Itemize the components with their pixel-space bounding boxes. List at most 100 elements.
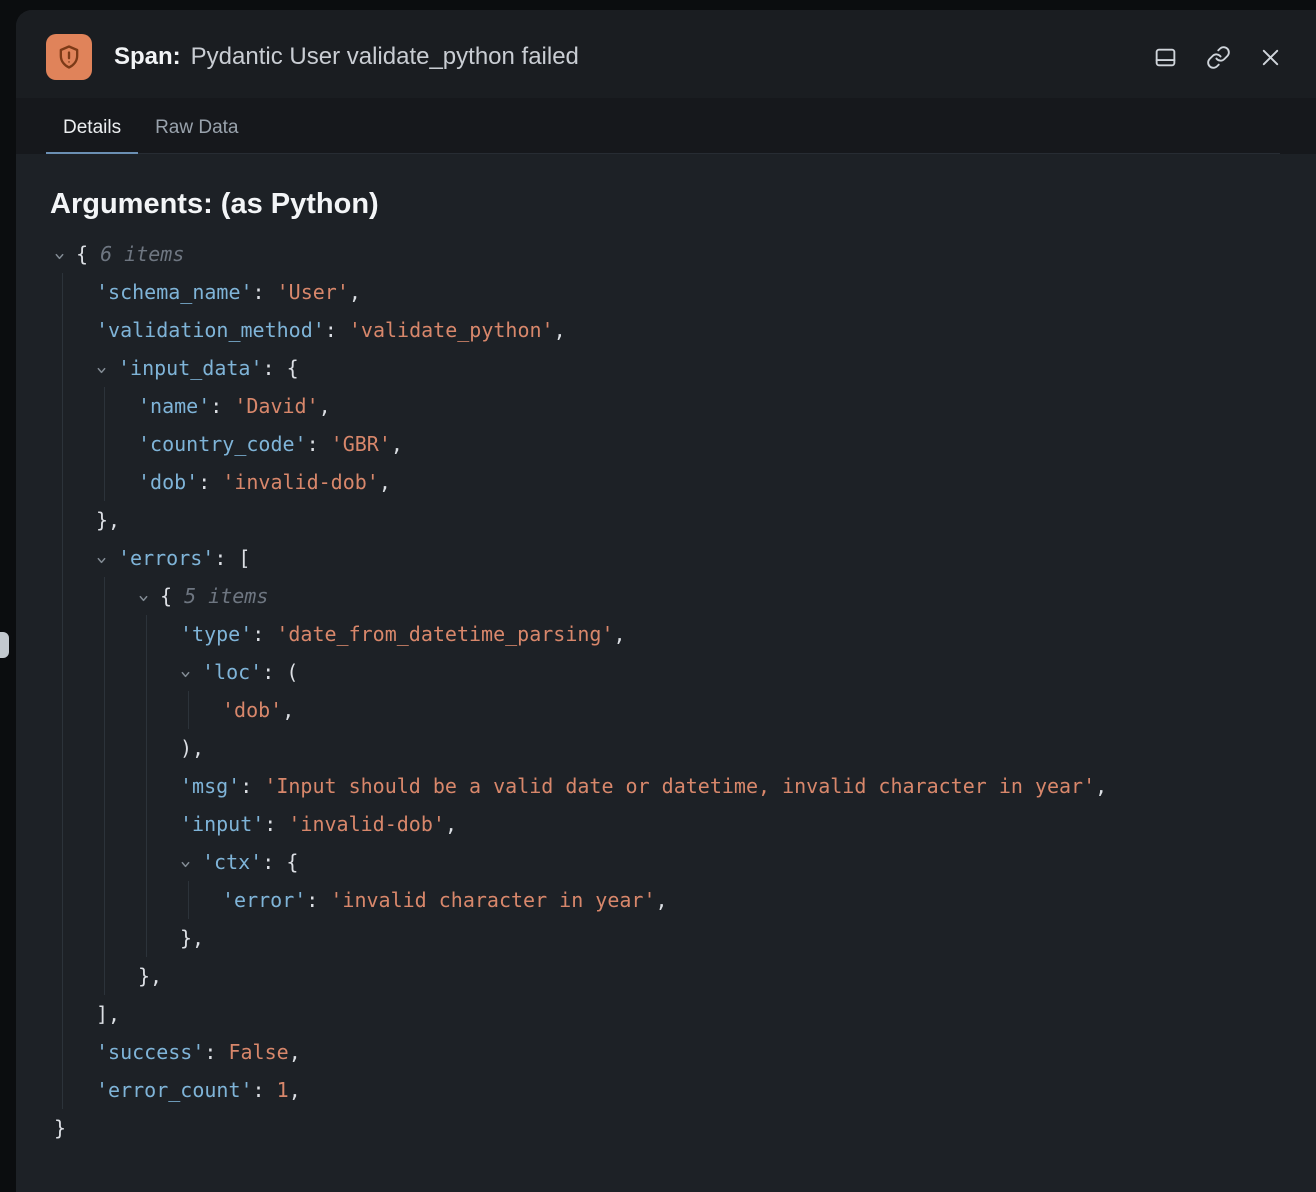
span-title-text: Pydantic User validate_python failed xyxy=(191,43,579,70)
json-punctuation: , xyxy=(1095,774,1107,798)
tab-raw-data[interactable]: Raw Data xyxy=(138,104,255,154)
json-key: 'ctx' xyxy=(202,850,262,874)
json-string: 'David' xyxy=(234,394,318,418)
json-punctuation: , xyxy=(614,622,626,646)
json-punctuation: , xyxy=(289,1078,301,1102)
json-children: 'name': 'David','country_code': 'GBR','d… xyxy=(104,387,1288,501)
json-punctuation: , xyxy=(391,432,403,456)
json-punctuation: ( xyxy=(286,660,298,684)
json-line: 'name': 'David', xyxy=(138,387,1288,425)
json-punctuation: , xyxy=(319,394,331,418)
link-icon xyxy=(1206,45,1231,70)
panel-header: Span: Pydantic User validate_python faile… xyxy=(16,10,1316,98)
json-punctuation: : xyxy=(204,1040,228,1064)
json-punctuation: } xyxy=(54,1116,66,1140)
json-line: }, xyxy=(96,501,1288,539)
json-line: 'dob', xyxy=(222,691,1288,729)
json-key: 'input' xyxy=(180,812,264,836)
json-line: 'errors': [ xyxy=(96,539,1288,577)
dock-bottom-button[interactable] xyxy=(1153,45,1178,70)
close-icon xyxy=(1259,46,1282,69)
json-line: 'error_count': 1, xyxy=(96,1071,1288,1109)
json-punctuation: : xyxy=(262,660,286,684)
close-button[interactable] xyxy=(1259,46,1282,69)
json-punctuation: , xyxy=(282,698,294,722)
json-punctuation: , xyxy=(445,812,457,836)
json-punctuation: ), xyxy=(180,736,204,760)
chevron-down-icon[interactable] xyxy=(180,653,202,691)
copy-link-button[interactable] xyxy=(1206,45,1231,70)
chevron-down-icon[interactable] xyxy=(96,349,118,387)
json-punctuation: }, xyxy=(96,508,120,532)
json-punctuation: : xyxy=(253,1078,277,1102)
chevron-down-icon[interactable] xyxy=(180,843,202,881)
dock-bottom-icon xyxy=(1153,45,1178,70)
chevron-down-icon[interactable] xyxy=(96,539,118,577)
json-line: ], xyxy=(96,995,1288,1033)
span-detail-panel: Span: Pydantic User validate_python faile… xyxy=(16,10,1316,1192)
json-punctuation: { xyxy=(287,356,299,380)
json-key: 'msg' xyxy=(180,774,240,798)
json-items-count: 5 items xyxy=(184,584,268,608)
tab-details[interactable]: Details xyxy=(46,104,138,154)
json-key: 'loc' xyxy=(202,660,262,684)
json-punctuation: , xyxy=(379,470,391,494)
json-key: 'validation_method' xyxy=(96,318,325,342)
json-line: { 5 items xyxy=(138,577,1288,615)
json-line: }, xyxy=(138,957,1288,995)
json-line: 'type': 'date_from_datetime_parsing', xyxy=(180,615,1288,653)
json-line: 'dob': 'invalid-dob', xyxy=(138,463,1288,501)
json-line: 'validation_method': 'validate_python', xyxy=(96,311,1288,349)
json-punctuation: : xyxy=(252,622,276,646)
json-punctuation: , xyxy=(656,888,668,912)
json-punctuation: : xyxy=(262,850,286,874)
shield-exclamation-icon xyxy=(55,43,83,71)
json-line: 'success': False, xyxy=(96,1033,1288,1071)
json-key: 'success' xyxy=(96,1040,204,1064)
json-punctuation: : xyxy=(253,280,277,304)
span-label: Span: xyxy=(114,43,181,70)
json-line: { 6 items xyxy=(54,235,1288,273)
json-punctuation: { xyxy=(160,584,184,608)
details-content: Arguments: (as Python) { 6 items'schema_… xyxy=(16,154,1316,1187)
json-punctuation: : xyxy=(214,546,238,570)
json-string: 'Input should be a valid date or datetim… xyxy=(264,774,1095,798)
json-line: 'input': 'invalid-dob', xyxy=(180,805,1288,843)
json-children: 'error': 'invalid character in year', xyxy=(188,881,1288,919)
tabs-row: Details Raw Data xyxy=(46,104,1280,154)
json-punctuation: : xyxy=(307,432,331,456)
json-punctuation: : xyxy=(263,356,287,380)
json-tree: { 6 items'schema_name': 'User','validati… xyxy=(50,235,1288,1147)
json-string: 'dob' xyxy=(222,698,282,722)
json-line: 'country_code': 'GBR', xyxy=(138,425,1288,463)
chevron-down-icon[interactable] xyxy=(138,577,160,615)
json-key: 'name' xyxy=(138,394,210,418)
json-children: { 5 items'type': 'date_from_datetime_par… xyxy=(104,577,1288,995)
header-actions xyxy=(1153,45,1282,70)
json-key: 'dob' xyxy=(138,470,198,494)
json-string: 'validate_python' xyxy=(349,318,554,342)
json-key: 'error' xyxy=(222,888,306,912)
json-punctuation: }, xyxy=(180,926,204,950)
json-key: 'country_code' xyxy=(138,432,307,456)
json-punctuation: : xyxy=(198,470,222,494)
json-number: 1 xyxy=(277,1078,289,1102)
chevron-down-icon[interactable] xyxy=(54,235,76,273)
json-line: 'error': 'invalid character in year', xyxy=(222,881,1288,919)
panel-resize-handle[interactable] xyxy=(0,632,9,658)
json-line: 'schema_name': 'User', xyxy=(96,273,1288,311)
json-children: 'schema_name': 'User','validation_method… xyxy=(62,273,1288,1109)
alert-shield-badge xyxy=(46,34,92,80)
json-punctuation: { xyxy=(286,850,298,874)
json-key: 'errors' xyxy=(118,546,214,570)
json-line: }, xyxy=(180,919,1288,957)
json-string: 'invalid-dob' xyxy=(222,470,379,494)
json-line: 'ctx': { xyxy=(180,843,1288,881)
arguments-heading: Arguments: (as Python) xyxy=(50,188,1288,221)
json-line: 'loc': ( xyxy=(180,653,1288,691)
panel-title: Span: Pydantic User validate_python faile… xyxy=(114,43,579,71)
json-punctuation: ], xyxy=(96,1002,120,1026)
json-string: 'GBR' xyxy=(331,432,391,456)
json-punctuation: [ xyxy=(238,546,250,570)
json-key: 'schema_name' xyxy=(96,280,253,304)
